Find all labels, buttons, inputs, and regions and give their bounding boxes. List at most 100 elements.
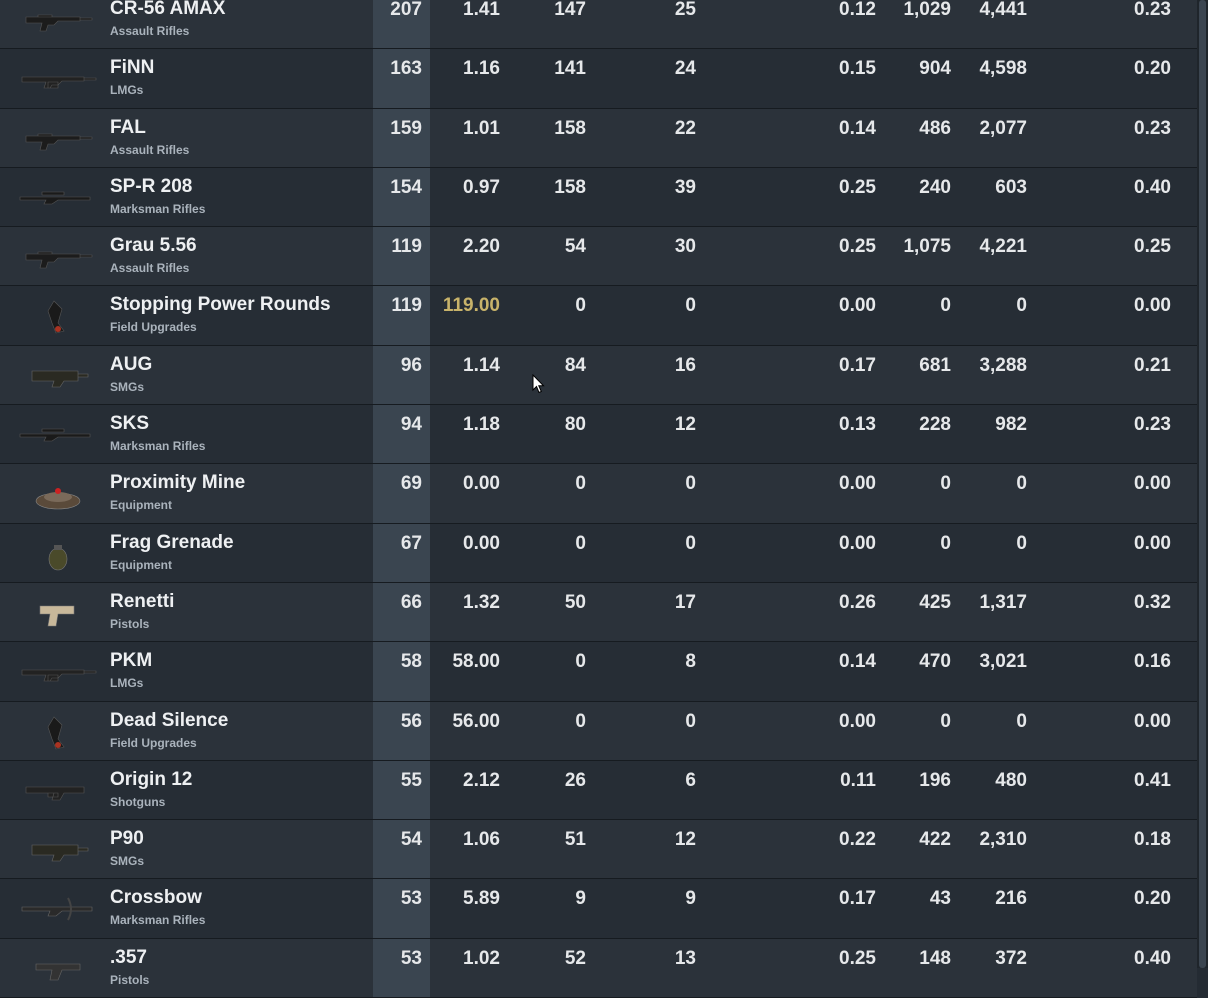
stat-cell-3: 9 — [575, 888, 586, 910]
stat-cell-8: 0.20 — [1134, 888, 1171, 910]
stat-cell-3: 26 — [564, 769, 586, 791]
table-row[interactable]: SP-R 208 Marksman Rifles 154 0.97 158 39 0.25 2… — [0, 167, 1197, 228]
pistol-icon — [39, 605, 75, 627]
stat-cell-8: 0.21 — [1134, 354, 1171, 376]
stat-cell-2: 0.97 — [463, 176, 500, 198]
vertical-scrollbar[interactable] — [1197, 0, 1208, 968]
table-row[interactable]: Grau 5.56 Assault Rifles 119 2.20 54 30 0.25 1,… — [0, 227, 1197, 287]
weapon-name: Origin 12 — [110, 768, 193, 790]
stat-cell-6: 1,029 — [903, 0, 951, 20]
stat-cell-6: 904 — [919, 58, 951, 80]
stat-cell-5: 0.12 — [839, 0, 876, 20]
stat-cell-5: 0.25 — [839, 947, 876, 969]
stat-cell-2: 1.16 — [463, 58, 500, 80]
smg-icon — [31, 844, 89, 862]
weapon-category: Equipment — [110, 557, 172, 572]
weapon-name: Stopping Power Rounds — [110, 294, 331, 316]
stat-cell-1: 159 — [390, 117, 422, 139]
table-row[interactable]: Frag Grenade Equipment 67 0.00 0 0 0.00 0 0 0.00 — [0, 523, 1197, 583]
stat-cell-1: 53 — [400, 888, 422, 910]
stat-cell-3: 158 — [554, 176, 586, 198]
stat-cell-3: 80 — [564, 414, 586, 436]
table-row[interactable]: Renetti Pistols 66 1.32 50 17 0.26 425 1,317 0.32 — [0, 582, 1197, 643]
stat-cell-8: 0.00 — [1134, 295, 1171, 317]
stat-cell-2: 1.32 — [463, 591, 500, 613]
table-row[interactable]: Crossbow Marksman Rifles 53 5.89 9 9 0.17 43 216… — [0, 879, 1197, 939]
stat-cell-2: 1.01 — [463, 117, 500, 139]
stat-cell-8: 0.16 — [1134, 651, 1171, 673]
stat-cell-3: 52 — [564, 947, 586, 969]
table-row[interactable]: FiNN LMGs 163 1.16 141 24 0.15 904 4,598 0.20 — [0, 49, 1197, 109]
weapon-name: SP-R 208 — [110, 175, 193, 197]
table-row[interactable]: Origin 12 Shotguns 55 2.12 26 6 0.11 196 480 0.41 — [0, 760, 1197, 821]
table-row[interactable]: Stopping Power Rounds Field Upgrades 119 11… — [0, 286, 1197, 346]
stat-cell-1: 54 — [400, 829, 422, 851]
stat-cell-8: 0.00 — [1134, 710, 1171, 732]
stat-cell-1: 119 — [391, 236, 422, 258]
weapon-name: Grau 5.56 — [110, 235, 197, 257]
stat-cell-2: 56.00 — [452, 710, 500, 732]
stat-cell-7: 4,598 — [979, 58, 1027, 80]
stat-cell-6: 486 — [919, 117, 951, 139]
stat-cell-5: 0.00 — [839, 473, 876, 495]
stat-cell-1: 55 — [400, 769, 422, 791]
stat-cell-8: 0.32 — [1134, 591, 1171, 613]
stat-cell-8: 0.23 — [1134, 117, 1171, 139]
weapon-name: AUG — [110, 353, 153, 375]
weapon-category: Pistols — [110, 616, 150, 631]
stat-cell-7: 0 — [1016, 710, 1027, 732]
stat-cell-6: 148 — [919, 947, 951, 969]
table-row[interactable]: SKS Marksman Rifles 94 1.18 80 12 0.13 228 982 0.… — [0, 405, 1197, 465]
stat-cell-3: 0 — [575, 651, 586, 673]
weapon-name: Dead Silence — [110, 709, 229, 731]
stat-cell-3: 0 — [575, 473, 586, 495]
stat-cell-4: 0 — [685, 295, 696, 317]
table-row[interactable]: P90 SMGs 54 1.06 51 12 0.22 422 2,310 0.18 — [0, 820, 1197, 880]
stat-cell-1: 96 — [400, 354, 422, 376]
marksman-rifle-icon — [19, 428, 91, 442]
stat-cell-2: 1.41 — [463, 0, 500, 20]
stat-cell-8: 0.20 — [1134, 58, 1171, 80]
weapon-category: Marksman Rifles — [110, 439, 206, 454]
proximity-mine-icon — [35, 488, 81, 510]
stat-cell-8: 0.41 — [1134, 769, 1171, 791]
stat-cell-6: 228 — [919, 414, 951, 436]
weapon-category: Pistols — [110, 972, 150, 987]
scrollbar-thumb[interactable] — [1199, 0, 1206, 968]
stat-cell-7: 3,288 — [979, 354, 1027, 376]
stat-cell-5: 0.00 — [839, 532, 876, 554]
lmg-icon — [21, 76, 97, 89]
stat-cell-1: 66 — [400, 591, 422, 613]
table-row[interactable]: .357 Pistols 53 1.02 52 13 0.25 148 372 0.40 — [0, 938, 1197, 998]
stat-cell-1: 119 — [391, 295, 422, 317]
table-row[interactable]: PKM LMGs 58 58.00 0 8 0.14 470 3,021 0.16 — [0, 642, 1197, 702]
stat-cell-3: 84 — [564, 354, 586, 376]
stat-cell-7: 480 — [995, 769, 1027, 791]
stat-cell-2: 2.20 — [463, 236, 500, 258]
stat-cell-6: 0 — [940, 532, 951, 554]
stat-cell-4: 30 — [674, 236, 696, 258]
stat-cell-5: 0.13 — [839, 414, 876, 436]
stat-cell-2: 58.00 — [452, 651, 500, 673]
lmg-icon — [21, 669, 97, 682]
stat-cell-6: 0 — [940, 295, 951, 317]
table-row[interactable]: AUG SMGs 96 1.14 84 16 0.17 681 3,288 0.21 — [0, 345, 1197, 406]
stat-cell-5: 0.22 — [839, 829, 876, 851]
table-row[interactable]: Dead Silence Field Upgrades 56 56.00 0 0 0.00 0… — [0, 701, 1197, 761]
weapon-name: Proximity Mine — [110, 472, 246, 494]
stat-cell-4: 17 — [674, 591, 696, 613]
table-row[interactable]: FAL Assault Rifles 159 1.01 158 22 0.14 486 2,07… — [0, 108, 1197, 168]
stat-cell-8: 0.40 — [1134, 176, 1171, 198]
weapon-name: FiNN — [110, 57, 155, 79]
stat-cell-3: 0 — [575, 532, 586, 554]
stat-cell-6: 422 — [919, 829, 951, 851]
table-row[interactable]: CR-56 AMAX Assault Rifles 207 1.41 147 25 0.12… — [0, 0, 1197, 50]
stat-cell-4: 0 — [685, 710, 696, 732]
weapon-name: P90 — [110, 828, 144, 850]
stat-cell-4: 12 — [674, 829, 696, 851]
stat-cell-1: 69 — [400, 473, 422, 495]
table-row[interactable]: Proximity Mine Equipment 69 0.00 0 0 0.00 0 0 0.0… — [0, 464, 1197, 524]
stat-cell-1: 58 — [400, 651, 422, 673]
stat-cell-4: 0 — [685, 473, 696, 495]
stat-cell-8: 0.23 — [1134, 0, 1171, 20]
